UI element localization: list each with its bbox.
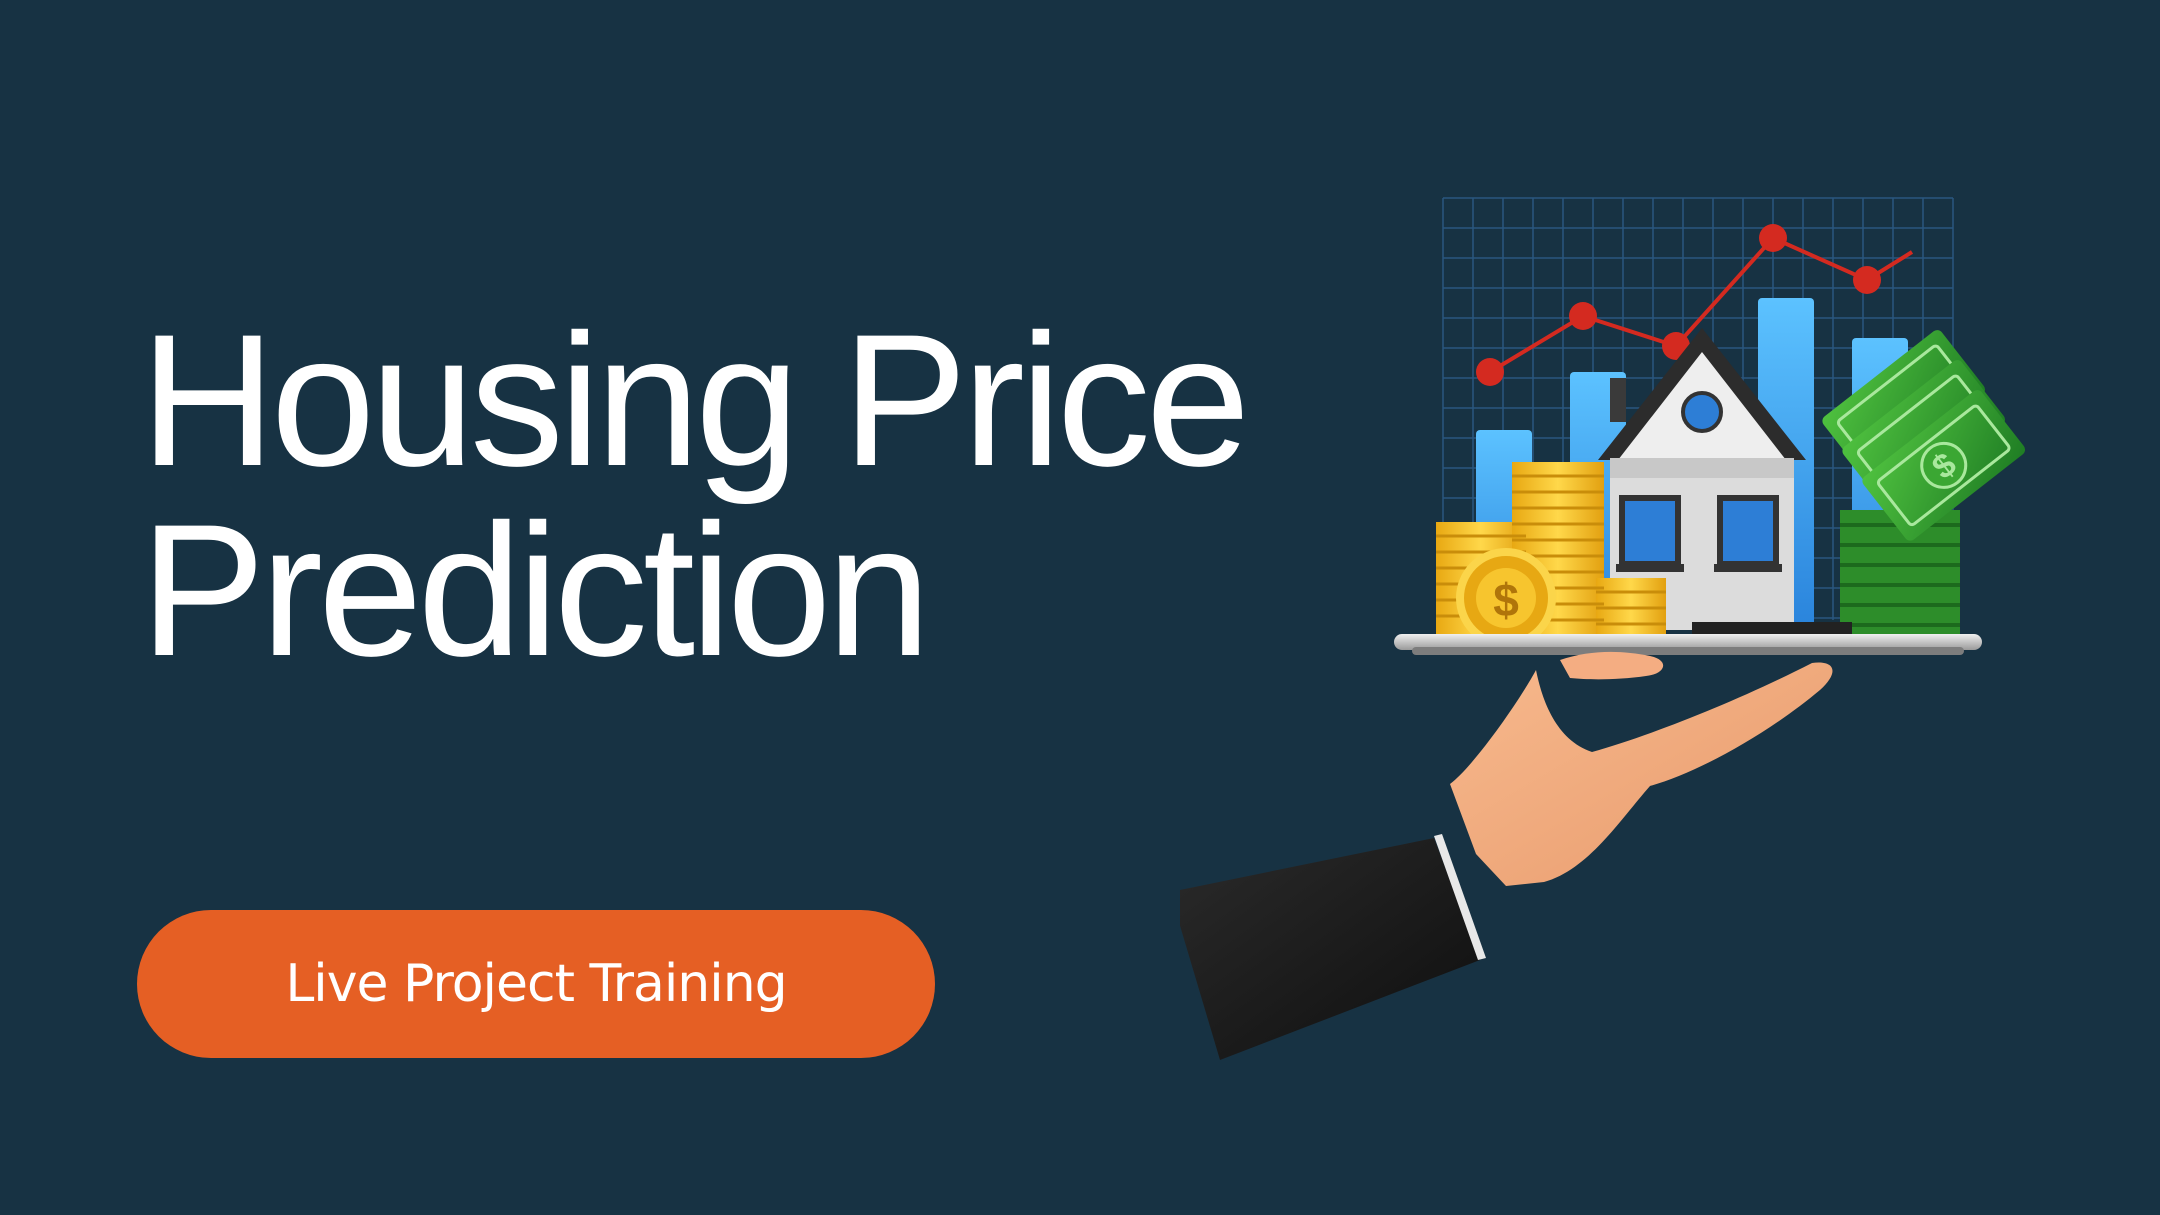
dollar-coin-icon: $ xyxy=(1456,548,1556,648)
svg-text:$: $ xyxy=(1493,574,1519,626)
banknote-stack-icon: $ xyxy=(1822,330,2026,640)
live-project-training-button[interactable]: Live Project Training xyxy=(137,910,935,1058)
page-title: Housing Price Prediction xyxy=(140,295,1250,695)
housing-illustration: $ $ xyxy=(1180,197,2026,1060)
title-line-2: Prediction xyxy=(140,485,931,695)
title-line-1: Housing Price xyxy=(140,295,1250,505)
hand-icon xyxy=(1180,651,1833,1060)
tray-icon xyxy=(1394,634,1982,655)
